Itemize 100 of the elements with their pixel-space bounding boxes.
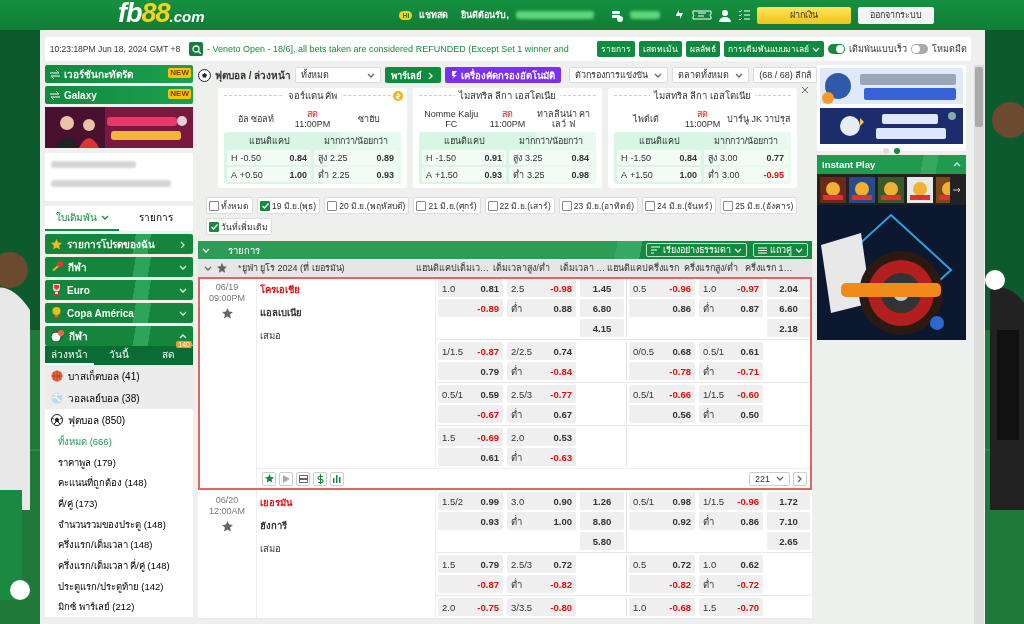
odds-button[interactable]: -0.89 [438,299,503,317]
odds-button[interactable]: 0.56 [629,405,695,423]
odds-button[interactable]: 2.04 [767,279,810,297]
sport-item[interactable]: วอลเลย์บอล (38) [45,387,193,409]
star-icon[interactable] [221,308,233,319]
checkbox[interactable] [487,200,498,211]
odds-button[interactable]: ต่ำ -0.82 [507,575,576,593]
odds-button[interactable]: 0.92 [629,512,695,530]
version-button[interactable]: Galaxy NEW [45,86,193,104]
odds-button[interactable]: 1.26 [580,492,624,510]
odds-button[interactable]: -0.67 [438,405,503,423]
scrollbar[interactable] [974,65,984,624]
sport-item[interactable]: บาสเก็ตบอล (41) [45,365,193,387]
version-button[interactable]: เวอร์ชันกะทัดรัด NEW [45,65,193,83]
odds-button[interactable]: 0.93 [438,512,503,530]
cash-button[interactable] [313,471,327,486]
odds-button[interactable]: ต่ำ 0.50 [699,405,763,423]
odds-button[interactable]: ต่ำ -0.63 [507,448,576,466]
odds-button[interactable]: 1/1.5 -0.60 [699,385,763,403]
period-tab[interactable]: วันนี้ [94,346,144,365]
market-item[interactable]: มิกซ์ พาร์เลย์ (212) [45,596,193,618]
menu-item[interactable]: กีฬา [45,257,193,277]
odds-button[interactable]: 4.15 [580,319,624,337]
checkbox[interactable] [260,200,270,211]
odds-button[interactable]: 1.72 [767,492,810,510]
checkbox[interactable] [327,200,338,211]
favorite-button[interactable] [262,471,276,486]
more-markets-dropdown[interactable]: 221 [748,471,790,486]
toggle-switch[interactable] [911,44,928,54]
odds-button[interactable]: สูง 3.25 0.84 [509,150,593,165]
next-button[interactable] [793,471,807,486]
sport-item[interactable]: ฟุตบอล (850) [45,409,193,431]
logout-button[interactable]: ออกจากระบบ [858,6,934,24]
odds-button[interactable]: 0.5/1 -0.66 [629,385,695,403]
toggle-switch[interactable] [828,44,845,54]
checkbox[interactable] [645,200,655,211]
odds-button[interactable]: 0.5/1 0.59 [438,385,503,403]
odds-button[interactable]: ต่ำ -0.71 [699,362,763,380]
market-item[interactable]: ทั้งหมด (666) [45,431,193,452]
nav-button[interactable]: เสตทเม้น [639,41,682,57]
odds-button[interactable]: 0.5/1 0.98 [629,492,695,510]
odds-button[interactable]: ต่ำ 0.87 [699,299,763,317]
star-icon[interactable] [221,521,233,532]
carousel-dot[interactable] [894,148,900,154]
checkbox[interactable] [209,200,219,211]
odds-button[interactable]: 2.5 -0.98 [507,279,576,297]
market-item[interactable]: คี่/คู่ (173) [45,493,193,514]
odds-button[interactable]: A +1.50 0.93 [422,167,506,182]
deposit-button[interactable]: ฝากเงิน [757,6,851,24]
odds-button[interactable]: 0.5 0.72 [629,555,695,573]
odds-button[interactable]: 1/1.5 -0.87 [438,342,503,360]
odds-button[interactable]: -0.82 [629,575,695,593]
odds-button[interactable]: 1.45 [580,279,624,297]
odds-button[interactable]: 1.0 0.81 [438,279,503,297]
odds-button[interactable]: 6.60 [767,299,810,317]
market-item[interactable]: คะแนนที่ถูกต้อง (148) [45,472,193,494]
odds-button[interactable]: 6.80 [580,299,624,317]
chart-button[interactable] [330,471,344,486]
person-icon[interactable] [719,8,731,22]
odds-button[interactable]: สูง 3.00 0.77 [704,150,788,165]
filter-dropdown[interactable]: ตลาดทั้งหมด [672,67,750,83]
odds-button[interactable]: 3/3.5 -0.80 [507,598,576,616]
checkbox[interactable] [416,200,427,211]
odds-button[interactable]: 2/2.5 0.74 [507,342,576,360]
carousel-dot[interactable] [883,148,889,154]
market-item[interactable]: ครึ่งแรก/เต็มเวลา (148) [45,534,193,556]
odds-button[interactable]: ต่ำ 3.00 -0.95 [704,167,788,182]
ticket-icon[interactable] [692,10,712,20]
odds-button[interactable]: ต่ำ 0.88 [507,299,576,317]
menu-item[interactable]: Euro [45,280,193,300]
odds-button[interactable]: 0.5 -0.96 [629,279,695,297]
nav-button[interactable]: ผลลัพธ์ [686,41,720,57]
odds-button[interactable]: 1.5/2 0.99 [438,492,503,510]
odds-button[interactable]: 0.61 [438,448,503,466]
odds-button[interactable]: 0/0.5 0.68 [629,342,695,360]
odds-button[interactable]: 2.0 0.53 [507,428,576,446]
odds-button[interactable]: 1.0 -0.68 [629,598,695,616]
sort-dropdown[interactable]: เรียงอย่างธรรมดา [646,243,747,257]
odds-button[interactable]: 8.80 [580,512,624,530]
nav-button[interactable]: รายการ [597,41,635,57]
checkbox[interactable] [723,200,734,211]
odds-button[interactable]: ต่ำ -0.84 [507,362,576,380]
checkbox[interactable] [209,221,219,232]
odds-button[interactable]: ต่ำ 0.86 [699,512,763,530]
odds-button[interactable]: 1.0 0.62 [699,555,763,573]
odds-button[interactable]: สูง 2.25 0.89 [314,150,398,165]
close-icon[interactable] [801,86,809,94]
odds-button[interactable]: 0.5/1 0.61 [699,342,763,360]
odds-button[interactable]: ต่ำ 3.25 0.98 [509,167,593,182]
odds-type-dropdown[interactable]: การเดิมพันแบบมาเลย์ [724,41,824,57]
odds-button[interactable]: ต่ำ -0.72 [699,575,763,593]
odds-button[interactable]: 3.0 0.90 [507,492,576,510]
odds-button[interactable]: H -1.50 0.84 [617,150,701,165]
star-icon[interactable] [217,263,227,273]
odds-button[interactable]: ต่ำ 1.00 [507,512,576,530]
odds-button[interactable]: 1.5 0.79 [438,555,503,573]
odds-button[interactable]: H -1.50 0.91 [422,150,506,165]
filter-dropdown[interactable]: ตัวกรองการแข่งขัน [569,67,669,83]
market-item[interactable]: ครึ่งแรก/เต็มเวลา คี่/คู่ (148) [45,555,193,576]
parlay-button[interactable]: พาร์เลย์ [385,67,442,83]
